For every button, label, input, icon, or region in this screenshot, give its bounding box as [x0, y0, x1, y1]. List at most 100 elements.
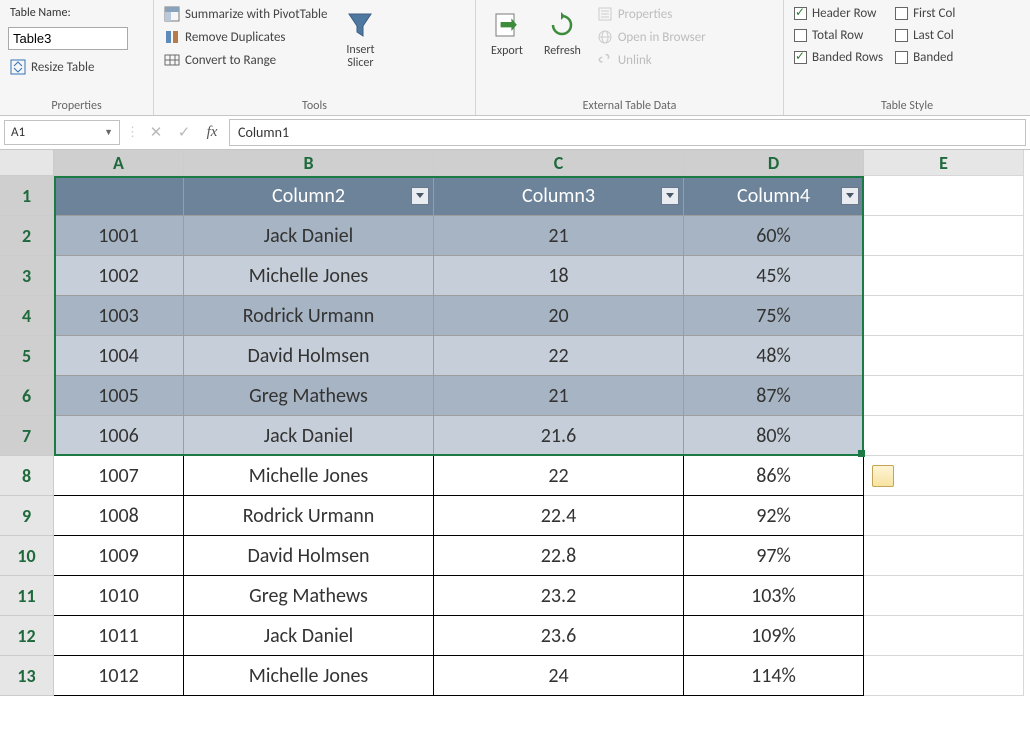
cell[interactable]: 21.6 — [434, 416, 684, 456]
accept-formula-button[interactable]: ✓ — [173, 122, 195, 144]
resize-table-button[interactable]: Resize Table — [8, 57, 145, 77]
open-browser-button[interactable]: Open in Browser — [595, 27, 708, 47]
cell[interactable]: 1010 — [54, 576, 184, 616]
cell[interactable]: 114% — [684, 656, 864, 696]
spreadsheet-grid[interactable]: A B C D E 1 Column1 Column2 Column3 Colu… — [0, 150, 1030, 696]
total-row-checkbox[interactable]: Total Row — [792, 26, 885, 45]
cell[interactable]: 1006 — [54, 416, 184, 456]
name-box[interactable]: A1 ▼ — [4, 120, 120, 145]
filter-button[interactable] — [841, 187, 859, 205]
cell[interactable]: Jack Daniel — [184, 216, 434, 256]
cell[interactable]: 24 — [434, 656, 684, 696]
row-header[interactable]: 7 — [0, 416, 54, 456]
row-header[interactable]: 10 — [0, 536, 54, 576]
col-header-E[interactable]: E — [864, 150, 1024, 176]
ext-properties-button[interactable]: Properties — [595, 4, 708, 24]
cell[interactable]: 1012 — [54, 656, 184, 696]
convert-range-button[interactable]: Convert to Range — [162, 50, 329, 70]
cell[interactable] — [864, 536, 1024, 576]
cell[interactable]: Rodrick Urmann — [184, 296, 434, 336]
cell[interactable] — [864, 176, 1024, 216]
cell[interactable]: 109% — [684, 616, 864, 656]
row-header[interactable]: 11 — [0, 576, 54, 616]
cell[interactable]: 23.2 — [434, 576, 684, 616]
cell[interactable]: Michelle Jones — [184, 656, 434, 696]
cell[interactable]: Michelle Jones — [184, 456, 434, 496]
unlink-button[interactable]: Unlink — [595, 50, 708, 70]
last-col-checkbox[interactable]: Last Col — [893, 26, 957, 45]
cell[interactable]: 22 — [434, 456, 684, 496]
row-header[interactable]: 9 — [0, 496, 54, 536]
table-header-cell[interactable]: Column2 — [184, 176, 434, 216]
cell[interactable]: 86% — [684, 456, 864, 496]
cell[interactable] — [864, 616, 1024, 656]
cell[interactable]: 1008 — [54, 496, 184, 536]
col-header-D[interactable]: D — [684, 150, 864, 176]
cell[interactable]: 45% — [684, 256, 864, 296]
cell[interactable]: 87% — [684, 376, 864, 416]
cell[interactable]: Greg Mathews — [184, 376, 434, 416]
cell[interactable] — [864, 656, 1024, 696]
cell[interactable]: 103% — [684, 576, 864, 616]
export-button[interactable]: Export — [484, 4, 530, 95]
insert-slicer-button[interactable]: InsertSlicer — [337, 4, 383, 95]
cell[interactable] — [864, 336, 1024, 376]
cell[interactable]: Michelle Jones — [184, 256, 434, 296]
formula-input[interactable]: Column1 — [229, 119, 1026, 146]
table-header-cell[interactable]: Column4 — [684, 176, 864, 216]
cell[interactable]: 21 — [434, 216, 684, 256]
row-header[interactable]: 6 — [0, 376, 54, 416]
cell[interactable]: 92% — [684, 496, 864, 536]
row-header[interactable]: 3 — [0, 256, 54, 296]
cell[interactable]: 1004 — [54, 336, 184, 376]
banded-rows-checkbox[interactable]: Banded Rows — [792, 48, 885, 67]
cell[interactable]: 22 — [434, 336, 684, 376]
row-header[interactable]: 8 — [0, 456, 54, 496]
cell[interactable]: 18 — [434, 256, 684, 296]
col-header-B[interactable]: B — [184, 150, 434, 176]
row-header[interactable]: 1 — [0, 176, 54, 216]
col-header-A[interactable]: A — [54, 150, 184, 176]
cell[interactable]: David Holmsen — [184, 336, 434, 376]
cell[interactable] — [864, 416, 1024, 456]
cell[interactable]: 80% — [684, 416, 864, 456]
cell[interactable]: 1007 — [54, 456, 184, 496]
banded-col-checkbox[interactable]: Banded — [893, 48, 957, 67]
cell[interactable]: 22.4 — [434, 496, 684, 536]
row-header[interactable]: 12 — [0, 616, 54, 656]
fx-button[interactable]: fx — [201, 122, 223, 144]
cell[interactable] — [864, 456, 1024, 496]
cell[interactable]: 1002 — [54, 256, 184, 296]
cell[interactable]: 60% — [684, 216, 864, 256]
cell[interactable] — [864, 216, 1024, 256]
cell[interactable]: 20 — [434, 296, 684, 336]
cell[interactable]: 97% — [684, 536, 864, 576]
cell[interactable]: Rodrick Urmann — [184, 496, 434, 536]
cell[interactable] — [864, 576, 1024, 616]
cell[interactable]: 23.6 — [434, 616, 684, 656]
remove-duplicates-button[interactable]: Remove Duplicates — [162, 27, 329, 47]
cell[interactable]: Jack Daniel — [184, 416, 434, 456]
cell[interactable]: 1009 — [54, 536, 184, 576]
cell[interactable]: 1003 — [54, 296, 184, 336]
cell[interactable] — [864, 496, 1024, 536]
table-name-input[interactable] — [8, 27, 128, 50]
row-header[interactable]: 5 — [0, 336, 54, 376]
cell[interactable] — [864, 376, 1024, 416]
cell[interactable] — [864, 296, 1024, 336]
filter-button[interactable] — [411, 187, 429, 205]
cell[interactable]: 75% — [684, 296, 864, 336]
row-header[interactable]: 4 — [0, 296, 54, 336]
cell[interactable] — [864, 256, 1024, 296]
cancel-formula-button[interactable]: ✕ — [145, 122, 167, 144]
cell[interactable]: 21 — [434, 376, 684, 416]
cell[interactable]: David Holmsen — [184, 536, 434, 576]
cell[interactable]: 1001 — [54, 216, 184, 256]
col-header-C[interactable]: C — [434, 150, 684, 176]
row-header[interactable]: 2 — [0, 216, 54, 256]
cell[interactable]: 48% — [684, 336, 864, 376]
cell[interactable]: Jack Daniel — [184, 616, 434, 656]
summarize-pivot-button[interactable]: Summarize with PivotTable — [162, 4, 329, 24]
refresh-button[interactable]: Refresh — [538, 4, 587, 95]
first-col-checkbox[interactable]: First Col — [893, 4, 957, 23]
